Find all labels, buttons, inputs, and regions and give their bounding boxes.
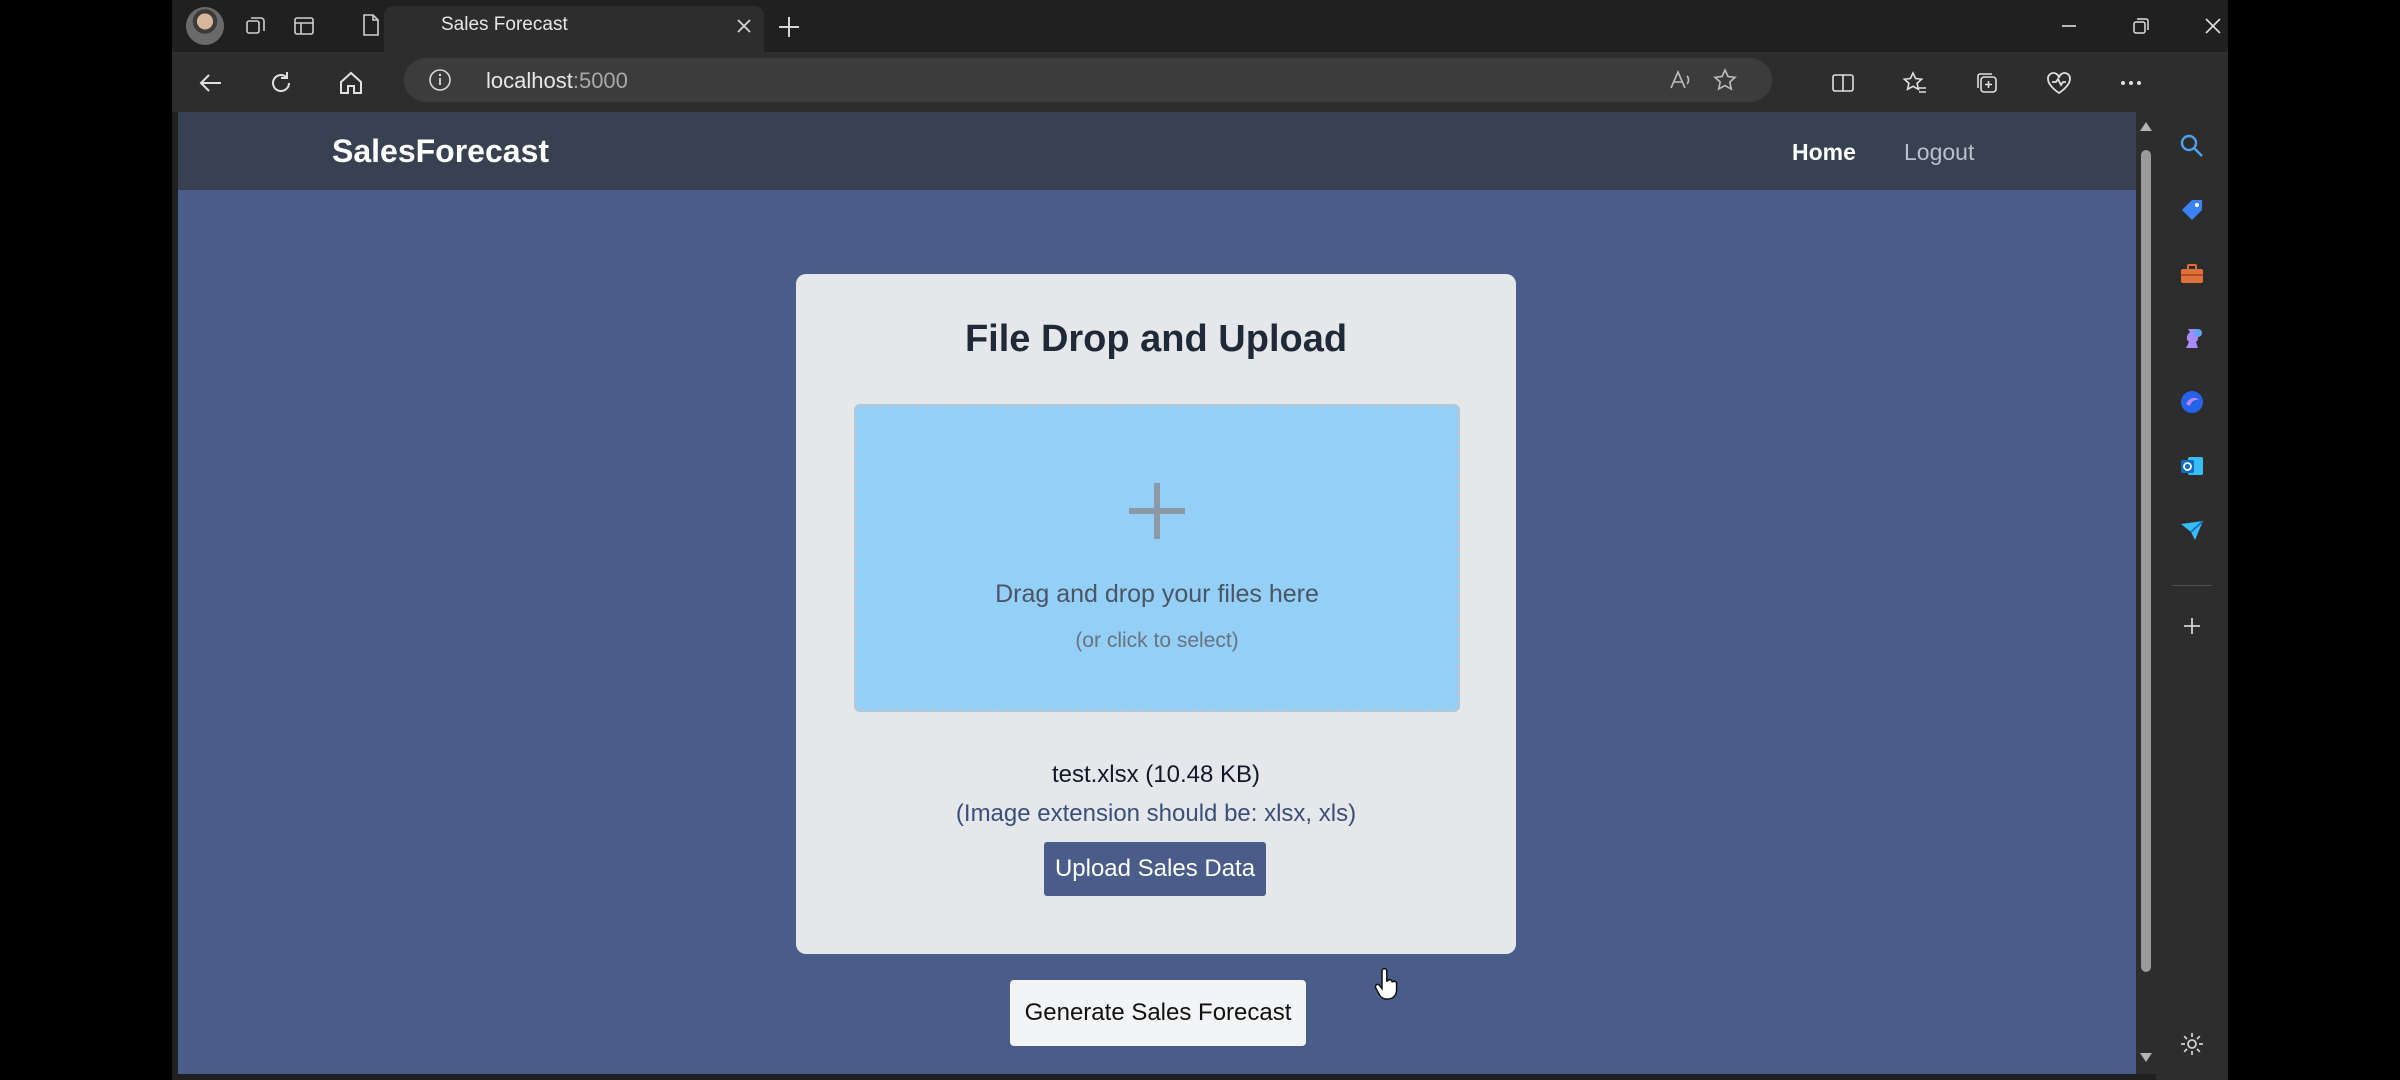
close-tab-icon[interactable] (730, 12, 758, 40)
scroll-down-icon[interactable] (2139, 1052, 2153, 1064)
minimize-icon[interactable] (2046, 6, 2092, 46)
profile-avatar[interactable] (186, 7, 224, 45)
scroll-up-icon[interactable] (2139, 120, 2153, 132)
favorite-star-icon[interactable] (1704, 59, 1746, 101)
edge-sidebar (2156, 52, 2228, 1080)
sidebar-settings-gear-icon[interactable] (2172, 1024, 2212, 1064)
workspaces-icon[interactable] (236, 6, 276, 46)
sidebar-divider (2172, 585, 2212, 586)
site-info-icon[interactable] (428, 68, 452, 92)
copilot-app-icon[interactable] (2172, 382, 2212, 422)
browser-window: Sales Forecast localhost:5000 SalesForec… (172, 0, 2228, 1080)
home-icon[interactable] (330, 62, 372, 104)
plus-icon (1129, 483, 1185, 539)
hand-cursor-icon (1374, 968, 1398, 1000)
close-window-icon[interactable] (2190, 6, 2228, 46)
page-icon (363, 14, 379, 36)
address-bar[interactable]: localhost:5000 (404, 58, 1772, 102)
tools-briefcase-icon[interactable] (2172, 254, 2212, 294)
browser-essentials-icon[interactable] (2038, 62, 2080, 104)
read-aloud-icon[interactable] (1660, 59, 1702, 101)
page-scrollbar[interactable] (2136, 112, 2156, 1074)
file-dropzone[interactable]: Drag and drop your files here (or click … (854, 404, 1460, 712)
search-icon[interactable] (2172, 126, 2212, 166)
restore-icon[interactable] (2118, 6, 2164, 46)
browser-toolbar: localhost:5000 (172, 52, 2228, 112)
url-text: localhost:5000 (486, 68, 628, 94)
nav-link-logout[interactable]: Logout (1904, 138, 1974, 166)
site-brand[interactable]: SalesForecast (332, 132, 549, 170)
collections-icon[interactable] (1966, 62, 2008, 104)
shopping-tag-icon[interactable] (2172, 190, 2212, 230)
upload-sales-data-button[interactable]: Upload Sales Data (1044, 842, 1266, 896)
card-title: File Drop and Upload (964, 318, 1348, 360)
url-host: localhost (486, 68, 573, 93)
site-navbar: SalesForecast Home Logout (178, 112, 2136, 190)
tab-title: Sales Forecast (441, 14, 568, 35)
games-chess-icon[interactable] (2172, 318, 2212, 358)
selected-file-info: test.xlsx (10.48 KB) (1051, 761, 1261, 788)
split-screen-icon[interactable] (1822, 62, 1864, 104)
new-tab-icon[interactable] (772, 10, 806, 44)
page-viewport: SalesForecast Home Logout File Drop and … (178, 112, 2136, 1074)
nav-link-home[interactable]: Home (1792, 138, 1856, 166)
outlook-icon[interactable] (2172, 446, 2212, 486)
url-port: :5000 (572, 68, 628, 93)
generate-forecast-button[interactable]: Generate Sales Forecast (1010, 980, 1306, 1046)
add-sidebar-app-icon[interactable] (2172, 606, 2212, 646)
back-icon[interactable] (190, 62, 232, 104)
dropzone-subtext: (or click to select) (1075, 629, 1239, 652)
refresh-icon[interactable] (260, 62, 302, 104)
extension-note: (Image extension should be: xlsx, xls) (955, 800, 1357, 827)
dropzone-text: Drag and drop your files here (995, 580, 1319, 608)
title-bar: Sales Forecast (172, 0, 2228, 52)
upload-card: File Drop and Upload Drag and drop your … (796, 274, 1516, 954)
send-drop-icon[interactable] (2172, 510, 2212, 550)
vertical-tabs-icon[interactable] (284, 6, 324, 46)
favorites-icon[interactable] (1894, 62, 1936, 104)
more-options-icon[interactable] (2110, 62, 2152, 104)
scroll-thumb[interactable] (2141, 150, 2151, 972)
